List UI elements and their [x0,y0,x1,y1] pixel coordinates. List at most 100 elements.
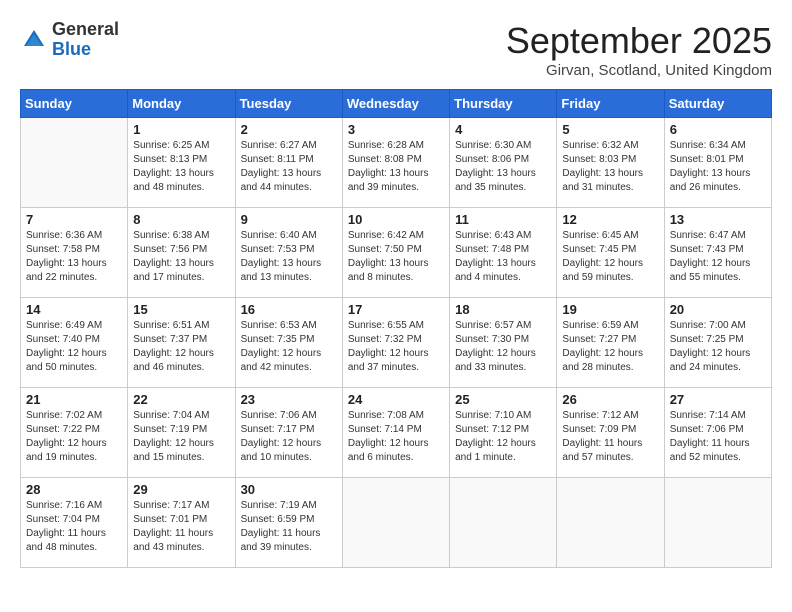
day-number: 6 [670,122,766,137]
day-info: Sunrise: 7:10 AM Sunset: 7:12 PM Dayligh… [455,409,551,465]
calendar-cell: 3 Sunrise: 6:28 AM Sunset: 8:08 PM Daylig… [342,118,449,208]
day-number: 4 [455,122,551,137]
day-info: Sunrise: 6:28 AM Sunset: 8:08 PM Dayligh… [348,139,444,195]
day-number: 17 [348,302,444,317]
logo-blue: Blue [52,40,119,60]
day-number: 15 [133,302,229,317]
day-info: Sunrise: 7:06 AM Sunset: 7:17 PM Dayligh… [241,409,337,465]
day-info: Sunrise: 6:57 AM Sunset: 7:30 PM Dayligh… [455,319,551,375]
day-info: Sunrise: 6:51 AM Sunset: 7:37 PM Dayligh… [133,319,229,375]
calendar-cell: 13 Sunrise: 6:47 AM Sunset: 7:43 PM Dayli… [664,208,771,298]
day-info: Sunrise: 6:32 AM Sunset: 8:03 PM Dayligh… [562,139,658,195]
calendar-table: SundayMondayTuesdayWednesdayThursdayFrid… [20,89,772,568]
day-number: 3 [348,122,444,137]
day-number: 1 [133,122,229,137]
day-number: 10 [348,212,444,227]
weekday-header: Saturday [664,90,771,118]
calendar-cell [450,478,557,568]
day-number: 20 [670,302,766,317]
calendar-cell: 5 Sunrise: 6:32 AM Sunset: 8:03 PM Daylig… [557,118,664,208]
day-info: Sunrise: 7:19 AM Sunset: 6:59 PM Dayligh… [241,499,337,555]
day-number: 23 [241,392,337,407]
calendar-cell: 8 Sunrise: 6:38 AM Sunset: 7:56 PM Daylig… [128,208,235,298]
page-header: General Blue September 2025 Girvan, Scot… [20,20,772,79]
day-number: 13 [670,212,766,227]
calendar-week-row: 7 Sunrise: 6:36 AM Sunset: 7:58 PM Daylig… [21,208,772,298]
day-number: 24 [348,392,444,407]
weekday-header: Thursday [450,90,557,118]
calendar-cell: 12 Sunrise: 6:45 AM Sunset: 7:45 PM Dayli… [557,208,664,298]
calendar-cell: 27 Sunrise: 7:14 AM Sunset: 7:06 PM Dayli… [664,388,771,478]
month-title: September 2025 [506,20,772,62]
day-info: Sunrise: 6:27 AM Sunset: 8:11 PM Dayligh… [241,139,337,195]
calendar-cell: 11Sunrise: 6:43 AM Sunset: 7:48 PM Dayli… [450,208,557,298]
logo-icon [20,26,48,54]
calendar-week-row: 14Sunrise: 6:49 AM Sunset: 7:40 PM Dayli… [21,298,772,388]
calendar-cell: 16 Sunrise: 6:53 AM Sunset: 7:35 PM Dayli… [235,298,342,388]
weekday-header-row: SundayMondayTuesdayWednesdayThursdayFrid… [21,90,772,118]
calendar-cell: 28 Sunrise: 7:16 AM Sunset: 7:04 PM Dayli… [21,478,128,568]
day-info: Sunrise: 6:45 AM Sunset: 7:45 PM Dayligh… [562,229,658,285]
day-number: 29 [133,482,229,497]
calendar-cell: 22Sunrise: 7:04 AM Sunset: 7:19 PM Dayli… [128,388,235,478]
calendar-cell: 6 Sunrise: 6:34 AM Sunset: 8:01 PM Daylig… [664,118,771,208]
day-info: Sunrise: 6:42 AM Sunset: 7:50 PM Dayligh… [348,229,444,285]
calendar-cell: 25 Sunrise: 7:10 AM Sunset: 7:12 PM Dayli… [450,388,557,478]
weekday-header: Tuesday [235,90,342,118]
calendar-cell: 7 Sunrise: 6:36 AM Sunset: 7:58 PM Daylig… [21,208,128,298]
calendar-week-row: 21Sunrise: 7:02 AM Sunset: 7:22 PM Dayli… [21,388,772,478]
day-number: 27 [670,392,766,407]
day-number: 9 [241,212,337,227]
day-info: Sunrise: 6:43 AM Sunset: 7:48 PM Dayligh… [455,229,551,285]
calendar-cell: 1 Sunrise: 6:25 AM Sunset: 8:13 PM Daylig… [128,118,235,208]
day-info: Sunrise: 7:08 AM Sunset: 7:14 PM Dayligh… [348,409,444,465]
day-number: 16 [241,302,337,317]
day-info: Sunrise: 7:04 AM Sunset: 7:19 PM Dayligh… [133,409,229,465]
weekday-header: Monday [128,90,235,118]
calendar-cell: 19Sunrise: 6:59 AM Sunset: 7:27 PM Dayli… [557,298,664,388]
title-block: September 2025 Girvan, Scotland, United … [506,20,772,79]
day-info: Sunrise: 6:36 AM Sunset: 7:58 PM Dayligh… [26,229,122,285]
day-info: Sunrise: 6:25 AM Sunset: 8:13 PM Dayligh… [133,139,229,195]
day-info: Sunrise: 6:30 AM Sunset: 8:06 PM Dayligh… [455,139,551,195]
day-number: 2 [241,122,337,137]
day-info: Sunrise: 6:59 AM Sunset: 7:27 PM Dayligh… [562,319,658,375]
calendar-cell [342,478,449,568]
weekday-header: Friday [557,90,664,118]
calendar-cell: 20Sunrise: 7:00 AM Sunset: 7:25 PM Dayli… [664,298,771,388]
day-number: 8 [133,212,229,227]
day-number: 18 [455,302,551,317]
day-info: Sunrise: 7:16 AM Sunset: 7:04 PM Dayligh… [26,499,122,555]
day-number: 12 [562,212,658,227]
weekday-header: Wednesday [342,90,449,118]
day-info: Sunrise: 7:17 AM Sunset: 7:01 PM Dayligh… [133,499,229,555]
calendar-cell [664,478,771,568]
day-info: Sunrise: 6:34 AM Sunset: 8:01 PM Dayligh… [670,139,766,195]
day-info: Sunrise: 6:49 AM Sunset: 7:40 PM Dayligh… [26,319,122,375]
logo: General Blue [20,20,119,60]
calendar-cell: 15 Sunrise: 6:51 AM Sunset: 7:37 PM Dayli… [128,298,235,388]
calendar-cell: 10 Sunrise: 6:42 AM Sunset: 7:50 PM Dayli… [342,208,449,298]
logo-text: General Blue [52,20,119,60]
calendar-cell [21,118,128,208]
day-info: Sunrise: 6:53 AM Sunset: 7:35 PM Dayligh… [241,319,337,375]
location: Girvan, Scotland, United Kingdom [506,62,772,79]
day-number: 25 [455,392,551,407]
day-number: 26 [562,392,658,407]
weekday-header: Sunday [21,90,128,118]
calendar-cell: 18 Sunrise: 6:57 AM Sunset: 7:30 PM Dayli… [450,298,557,388]
day-info: Sunrise: 6:38 AM Sunset: 7:56 PM Dayligh… [133,229,229,285]
day-number: 28 [26,482,122,497]
calendar-cell: 24 Sunrise: 7:08 AM Sunset: 7:14 PM Dayli… [342,388,449,478]
day-number: 21 [26,392,122,407]
day-info: Sunrise: 6:47 AM Sunset: 7:43 PM Dayligh… [670,229,766,285]
day-info: Sunrise: 7:14 AM Sunset: 7:06 PM Dayligh… [670,409,766,465]
day-number: 7 [26,212,122,227]
calendar-cell: 17Sunrise: 6:55 AM Sunset: 7:32 PM Dayli… [342,298,449,388]
calendar-cell [557,478,664,568]
calendar-cell: 23 Sunrise: 7:06 AM Sunset: 7:17 PM Dayli… [235,388,342,478]
day-number: 5 [562,122,658,137]
calendar-week-row: 1 Sunrise: 6:25 AM Sunset: 8:13 PM Daylig… [21,118,772,208]
calendar-cell: 9Sunrise: 6:40 AM Sunset: 7:53 PM Daylig… [235,208,342,298]
calendar-cell: 30Sunrise: 7:19 AM Sunset: 6:59 PM Dayli… [235,478,342,568]
